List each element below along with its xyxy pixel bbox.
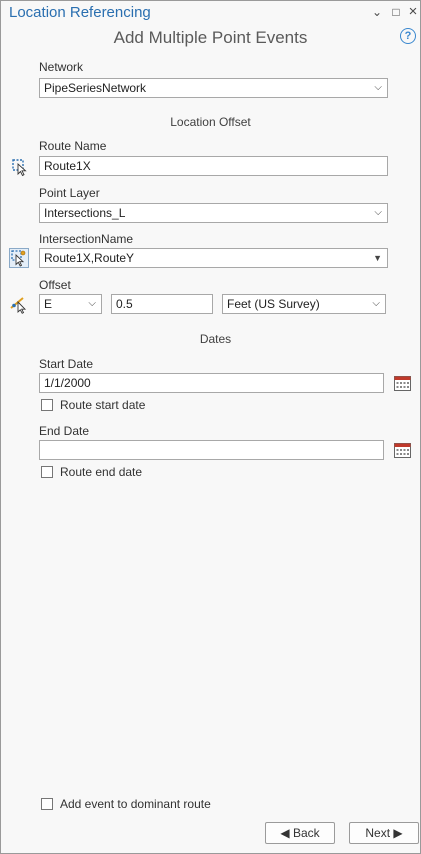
- intersection-name-dropdown[interactable]: Route1X,RouteY ▼: [39, 248, 388, 268]
- network-value: PipeSeriesNetwork: [44, 81, 147, 95]
- route-end-date-checkbox[interactable]: [41, 466, 53, 478]
- route-start-date-label: Route start date: [60, 398, 146, 412]
- dropdown-arrow-icon: ⌵: [374, 207, 382, 218]
- intersection-name-value: Route1X,RouteY: [44, 251, 135, 265]
- offset-value-input[interactable]: 0.5: [111, 294, 213, 314]
- calendar-icon[interactable]: [394, 442, 411, 458]
- end-date-input[interactable]: [39, 440, 384, 460]
- offset-label: Offset: [39, 278, 71, 292]
- select-route-from-map-icon[interactable]: [10, 157, 30, 177]
- route-name-label: Route Name: [39, 139, 107, 153]
- network-label: Network: [39, 60, 84, 74]
- calendar-icon[interactable]: [394, 375, 411, 391]
- back-button[interactable]: ◀ Back: [265, 822, 335, 844]
- offset-units-value: Feet (US Survey): [227, 297, 320, 311]
- dropdown-arrow-icon: ⌵: [88, 298, 96, 309]
- offset-units-dropdown[interactable]: Feet (US Survey) ⌵: [222, 294, 386, 314]
- point-layer-label: Point Layer: [39, 186, 100, 200]
- network-dropdown[interactable]: PipeSeriesNetwork ⌵: [39, 78, 388, 98]
- help-icon[interactable]: ?: [400, 28, 416, 44]
- start-date-label: Start Date: [39, 357, 94, 371]
- start-date-input[interactable]: 1/1/2000: [39, 373, 384, 393]
- select-intersection-from-map-icon[interactable]: [9, 248, 29, 268]
- pane-title: Location Referencing: [9, 4, 151, 21]
- dropdown-arrow-icon: ⌵: [372, 298, 380, 309]
- dropdown-arrow-icon: ▼: [373, 253, 382, 263]
- intersection-name-label: IntersectionName: [39, 232, 134, 246]
- route-name-input[interactable]: Route1X: [39, 156, 388, 176]
- chevron-down-icon[interactable]: ⌄: [370, 5, 384, 19]
- dominant-route-checkbox[interactable]: [41, 798, 53, 810]
- route-start-date-checkbox[interactable]: [41, 399, 53, 411]
- offset-direction-value: E: [44, 297, 53, 311]
- next-button[interactable]: Next ▶: [349, 822, 419, 844]
- dropdown-arrow-icon: ⌵: [374, 82, 382, 93]
- dates-section-label: Dates: [199, 332, 232, 346]
- dominant-route-label: Add event to dominant route: [60, 797, 211, 811]
- location-referencing-pane: Location Referencing ⌄ □ × Add Multiple …: [0, 0, 421, 854]
- offset-direction-dropdown[interactable]: E ⌵: [39, 294, 102, 314]
- point-layer-value: Intersections_L: [44, 206, 126, 220]
- maximize-icon[interactable]: □: [389, 5, 403, 19]
- location-offset-section-label: Location Offset: [170, 115, 251, 129]
- point-layer-dropdown[interactable]: Intersections_L ⌵: [39, 203, 388, 223]
- route-end-date-label: Route end date: [60, 465, 143, 479]
- close-icon[interactable]: ×: [406, 4, 420, 19]
- tool-title: Add Multiple Point Events: [113, 28, 308, 47]
- select-offset-from-map-icon[interactable]: [9, 294, 29, 314]
- end-date-label: End Date: [39, 424, 90, 438]
